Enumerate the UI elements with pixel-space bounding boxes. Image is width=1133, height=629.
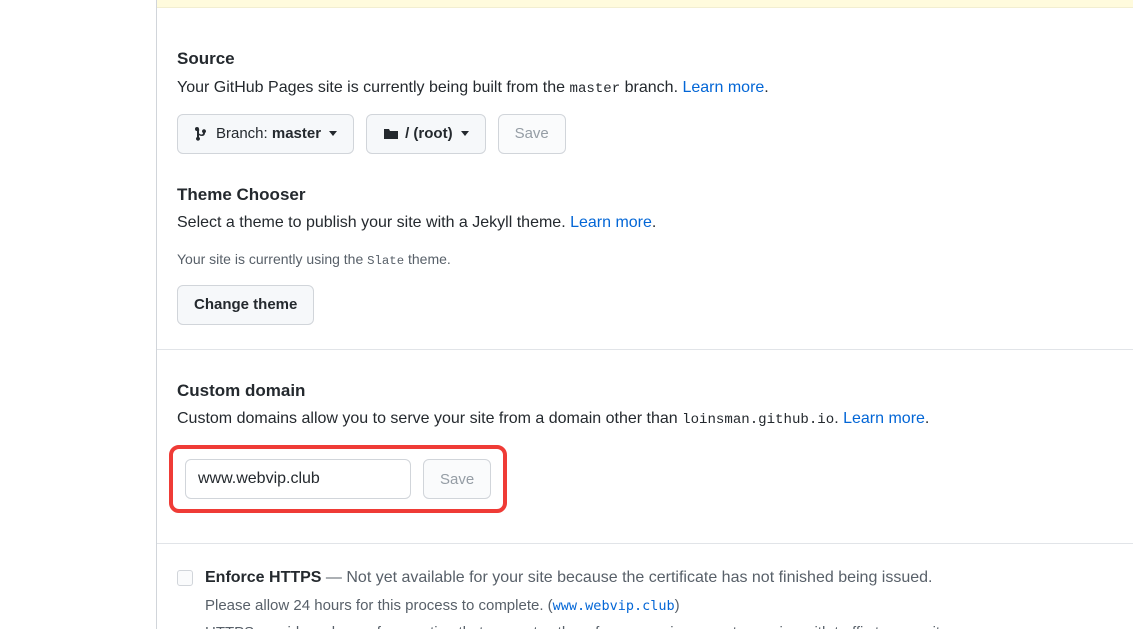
source-section: Source Your GitHub Pages site is current…	[157, 8, 1133, 325]
chevron-down-icon	[329, 131, 337, 136]
highlight-annotation: Save	[169, 445, 507, 513]
git-branch-icon	[194, 126, 210, 142]
theme-learn-more-link[interactable]: Learn more	[570, 214, 652, 231]
change-theme-button[interactable]: Change theme	[177, 285, 314, 325]
left-gutter	[0, 0, 156, 629]
theme-heading: Theme Chooser	[177, 182, 1133, 208]
enforce-https-checkbox[interactable]	[177, 570, 193, 586]
custom-learn-more-link[interactable]: Learn more	[843, 410, 925, 427]
custom-domain-controls: Save	[181, 455, 495, 503]
branch-select-button[interactable]: Branch: master	[177, 114, 354, 154]
theme-note: Your site is currently using the Slate t…	[177, 249, 1133, 270]
source-description: Your GitHub Pages site is currently bein…	[177, 76, 1133, 100]
folder-icon	[383, 126, 399, 142]
enforce-https-line2: HTTPS provides a layer of encryption tha…	[205, 621, 1113, 629]
settings-panel: Source Your GitHub Pages site is current…	[156, 0, 1133, 629]
enforce-https-title-line: Enforce HTTPS — Not yet available for yo…	[205, 566, 1113, 590]
custom-domain-heading: Custom domain	[177, 378, 1133, 404]
source-heading: Source	[177, 46, 1133, 72]
enforce-https-wait: Please allow 24 hours for this process t…	[205, 594, 1113, 617]
custom-domain-input[interactable]	[185, 459, 411, 499]
chevron-down-icon	[461, 131, 469, 136]
source-controls: Branch: master / (root) Save	[177, 114, 1133, 154]
custom-domain-description: Custom domains allow you to serve your s…	[177, 407, 1133, 431]
theme-description: Select a theme to publish your site with…	[177, 211, 1133, 235]
notice-strip	[157, 0, 1133, 8]
folder-select-button[interactable]: / (root)	[366, 114, 485, 154]
source-save-button[interactable]: Save	[498, 114, 566, 154]
enforce-https-section: Enforce HTTPS — Not yet available for yo…	[157, 544, 1133, 629]
custom-domain-section: Custom domain Custom domains allow you t…	[157, 350, 1133, 514]
source-learn-more-link[interactable]: Learn more	[682, 79, 764, 96]
custom-domain-save-button[interactable]: Save	[423, 459, 491, 499]
branch-code: master	[570, 81, 621, 97]
